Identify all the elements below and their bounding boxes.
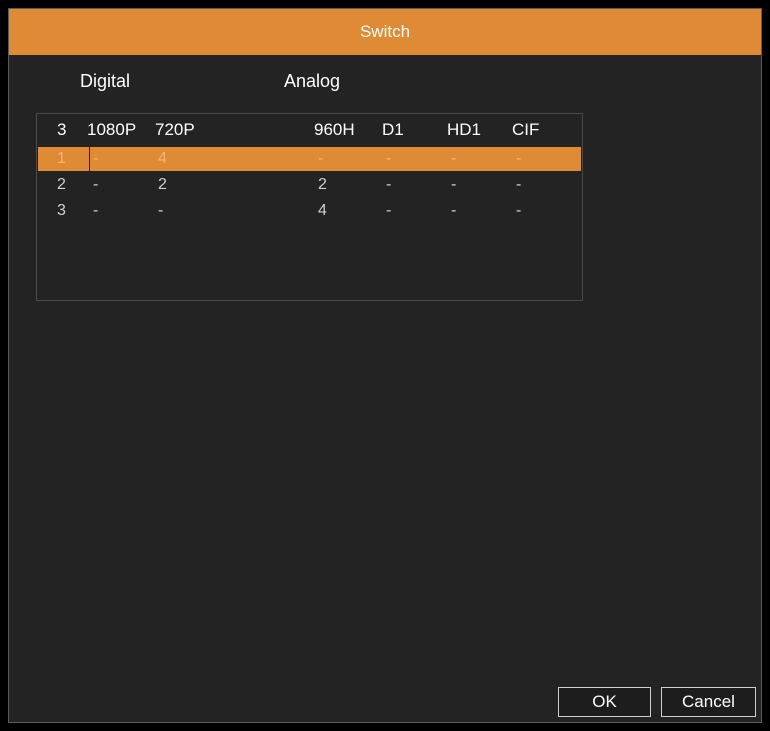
analog-label: Analog — [284, 71, 341, 91]
row-cif: - — [516, 150, 522, 167]
header-d1: D1 — [382, 120, 404, 139]
row-960h: 4 — [318, 202, 327, 219]
row-d1: - — [386, 176, 392, 193]
row-960h: 2 — [318, 176, 327, 193]
row-divider — [89, 147, 90, 171]
cancel-button[interactable]: Cancel — [661, 687, 756, 717]
switch-dialog: Switch Digital Analog 3 1080P 720P 960H … — [8, 8, 762, 723]
header-count: 3 — [57, 120, 67, 139]
row-d1: - — [386, 202, 392, 219]
header-720p: 720P — [155, 120, 195, 139]
row-index: 2 — [57, 176, 66, 193]
header-960h: 960H — [314, 120, 355, 139]
row-hd1: - — [451, 176, 457, 193]
channel-mode-table: 3 1080P 720P 960H D1 HD1 CIF 1 - 4 - - -… — [36, 113, 583, 301]
row-hd1: - — [451, 150, 457, 167]
row-1080p: - — [93, 150, 99, 167]
row-1080p: - — [93, 202, 99, 219]
header-1080p: 1080P — [87, 120, 137, 139]
row-1080p: - — [93, 176, 99, 193]
row-cif: - — [516, 176, 522, 193]
row-index: 1 — [57, 150, 66, 167]
digital-label: Digital — [80, 71, 131, 91]
table-row[interactable]: 2 - 2 2 - - - — [38, 173, 581, 197]
table-row[interactable]: 1 - 4 - - - - — [38, 147, 581, 171]
row-d1: - — [386, 150, 392, 167]
row-cif: - — [516, 202, 522, 219]
row-index: 3 — [57, 202, 66, 219]
dialog-title: Switch — [9, 9, 761, 55]
table-row[interactable]: 3 - - 4 - - - — [38, 199, 581, 223]
ok-button[interactable]: OK — [558, 687, 651, 717]
header-cif: CIF — [512, 120, 540, 139]
row-960h: - — [318, 150, 324, 167]
row-720p: 2 — [158, 176, 167, 193]
header-hd1: HD1 — [447, 120, 482, 139]
row-hd1: - — [451, 202, 457, 219]
row-720p: - — [158, 202, 164, 219]
row-720p: 4 — [158, 150, 167, 167]
